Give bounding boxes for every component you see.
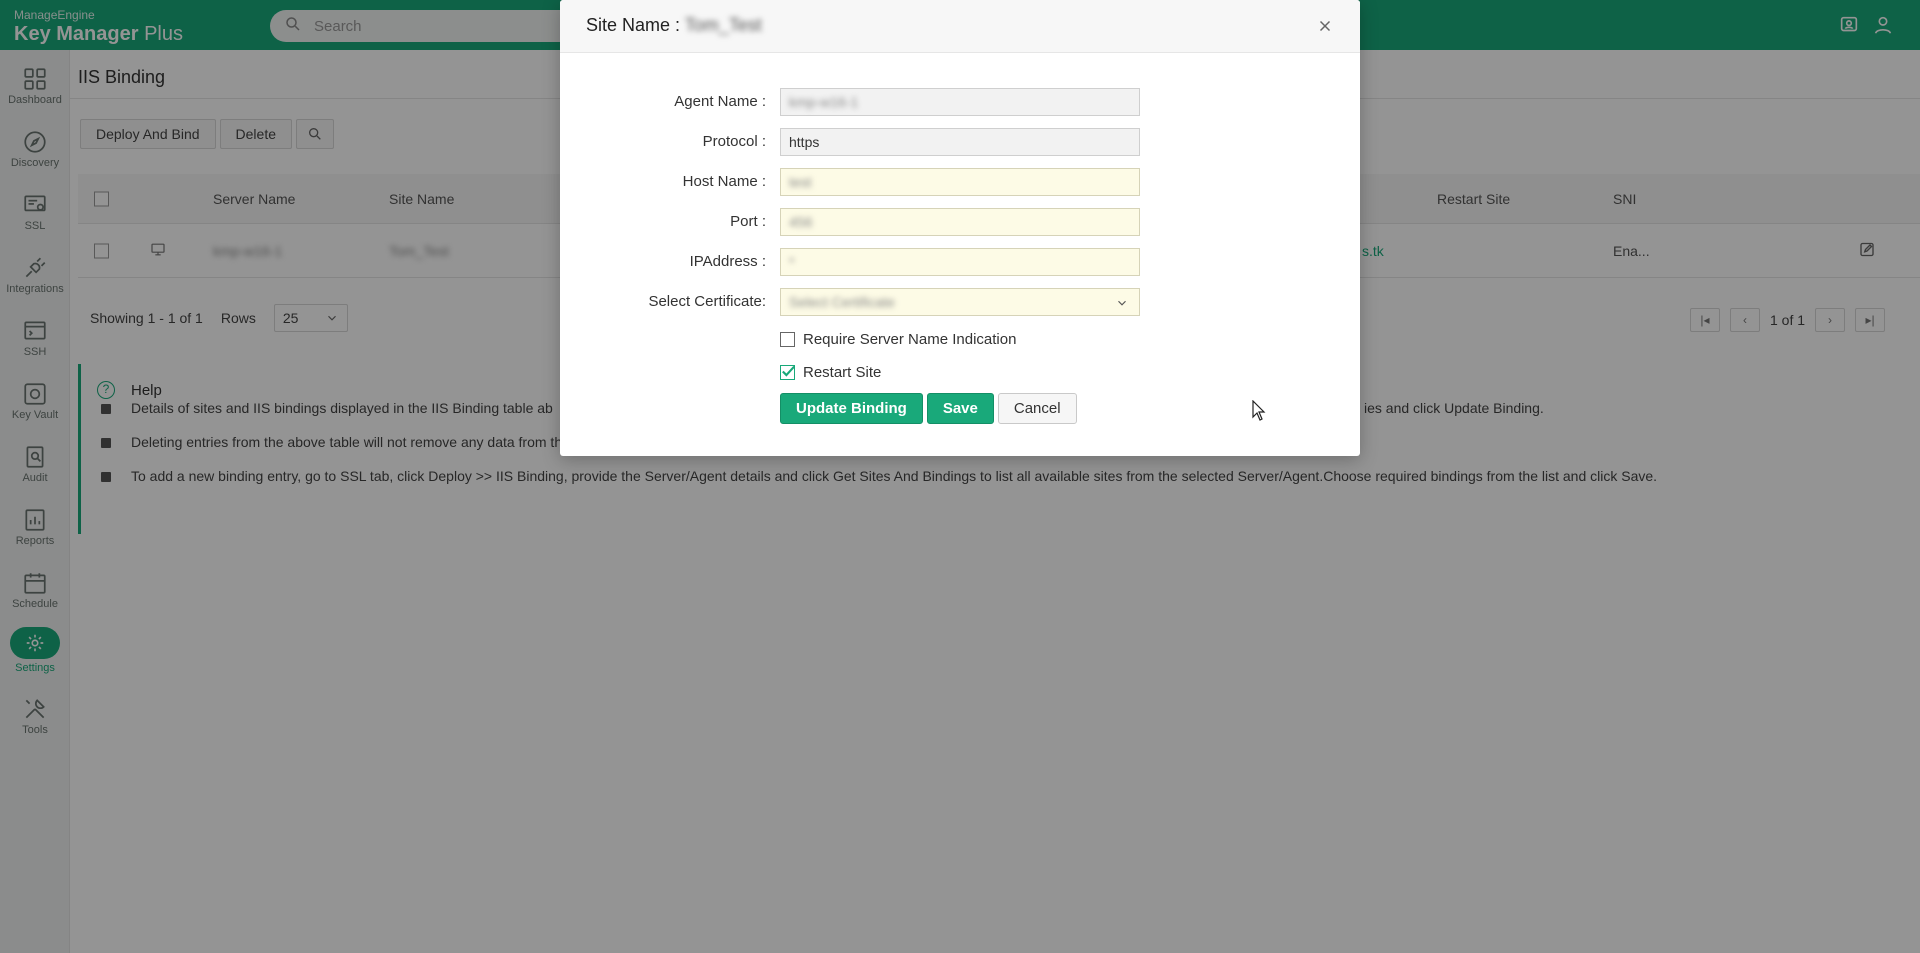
ip-address-input[interactable]: * <box>780 248 1140 276</box>
certificate-label: Select Certificate: <box>648 293 766 310</box>
port-row: Port : 456 <box>560 208 1360 236</box>
agent-name-row: Agent Name : kmp-w16-1 <box>560 88 1360 116</box>
protocol-field: https <box>780 128 1140 156</box>
dialog-actions: Update Binding Save Cancel <box>780 393 1077 424</box>
restart-site-checkbox[interactable] <box>780 365 795 380</box>
require-sni-label: Require Server Name Indication <box>803 331 1017 348</box>
update-binding-button[interactable]: Update Binding <box>780 393 923 424</box>
host-name-row: Host Name : test <box>560 168 1360 196</box>
save-button[interactable]: Save <box>926 393 994 424</box>
host-name-label: Host Name : <box>682 173 766 190</box>
ip-address-label: IPAddress : <box>689 253 766 270</box>
dialog-title-site-name: Tom_Test <box>684 15 762 35</box>
cancel-button[interactable]: Cancel <box>997 393 1077 424</box>
require-sni-option[interactable]: Require Server Name Indication <box>780 331 1016 348</box>
agent-name-field: kmp-w16-1 <box>780 88 1140 116</box>
protocol-row: Protocol : https <box>560 128 1360 156</box>
protocol-value: https <box>789 134 820 150</box>
ip-address-row: IPAddress : * <box>560 248 1360 276</box>
certificate-select[interactable]: Select Certificate <box>780 288 1140 316</box>
certificate-select-value: Select Certificate <box>789 294 895 310</box>
check-icon <box>782 365 795 377</box>
agent-name-label: Agent Name : <box>674 93 766 110</box>
edit-binding-dialog: Site Name : Tom_Test Agent Name : kmp-w1… <box>560 0 1360 456</box>
dialog-header: Site Name : Tom_Test <box>560 0 1360 53</box>
mouse-cursor-icon <box>1252 400 1266 421</box>
dialog-title: Site Name : Tom_Test <box>586 15 762 36</box>
protocol-label: Protocol : <box>702 133 766 150</box>
port-value: 456 <box>789 214 813 230</box>
agent-name-value: kmp-w16-1 <box>789 94 859 110</box>
port-label: Port : <box>730 213 766 230</box>
chevron-down-icon <box>1118 300 1126 306</box>
restart-site-label: Restart Site <box>803 364 882 381</box>
restart-site-option[interactable]: Restart Site <box>780 364 881 381</box>
dialog-title-label: Site Name : <box>586 15 681 35</box>
port-input[interactable]: 456 <box>780 208 1140 236</box>
host-name-input[interactable]: test <box>780 168 1140 196</box>
certificate-row: Select Certificate: Select Certificate <box>560 288 1360 316</box>
host-name-value: test <box>789 174 812 190</box>
close-icon[interactable] <box>1316 17 1334 35</box>
ip-address-value: * <box>789 254 795 270</box>
require-sni-checkbox[interactable] <box>780 332 795 347</box>
